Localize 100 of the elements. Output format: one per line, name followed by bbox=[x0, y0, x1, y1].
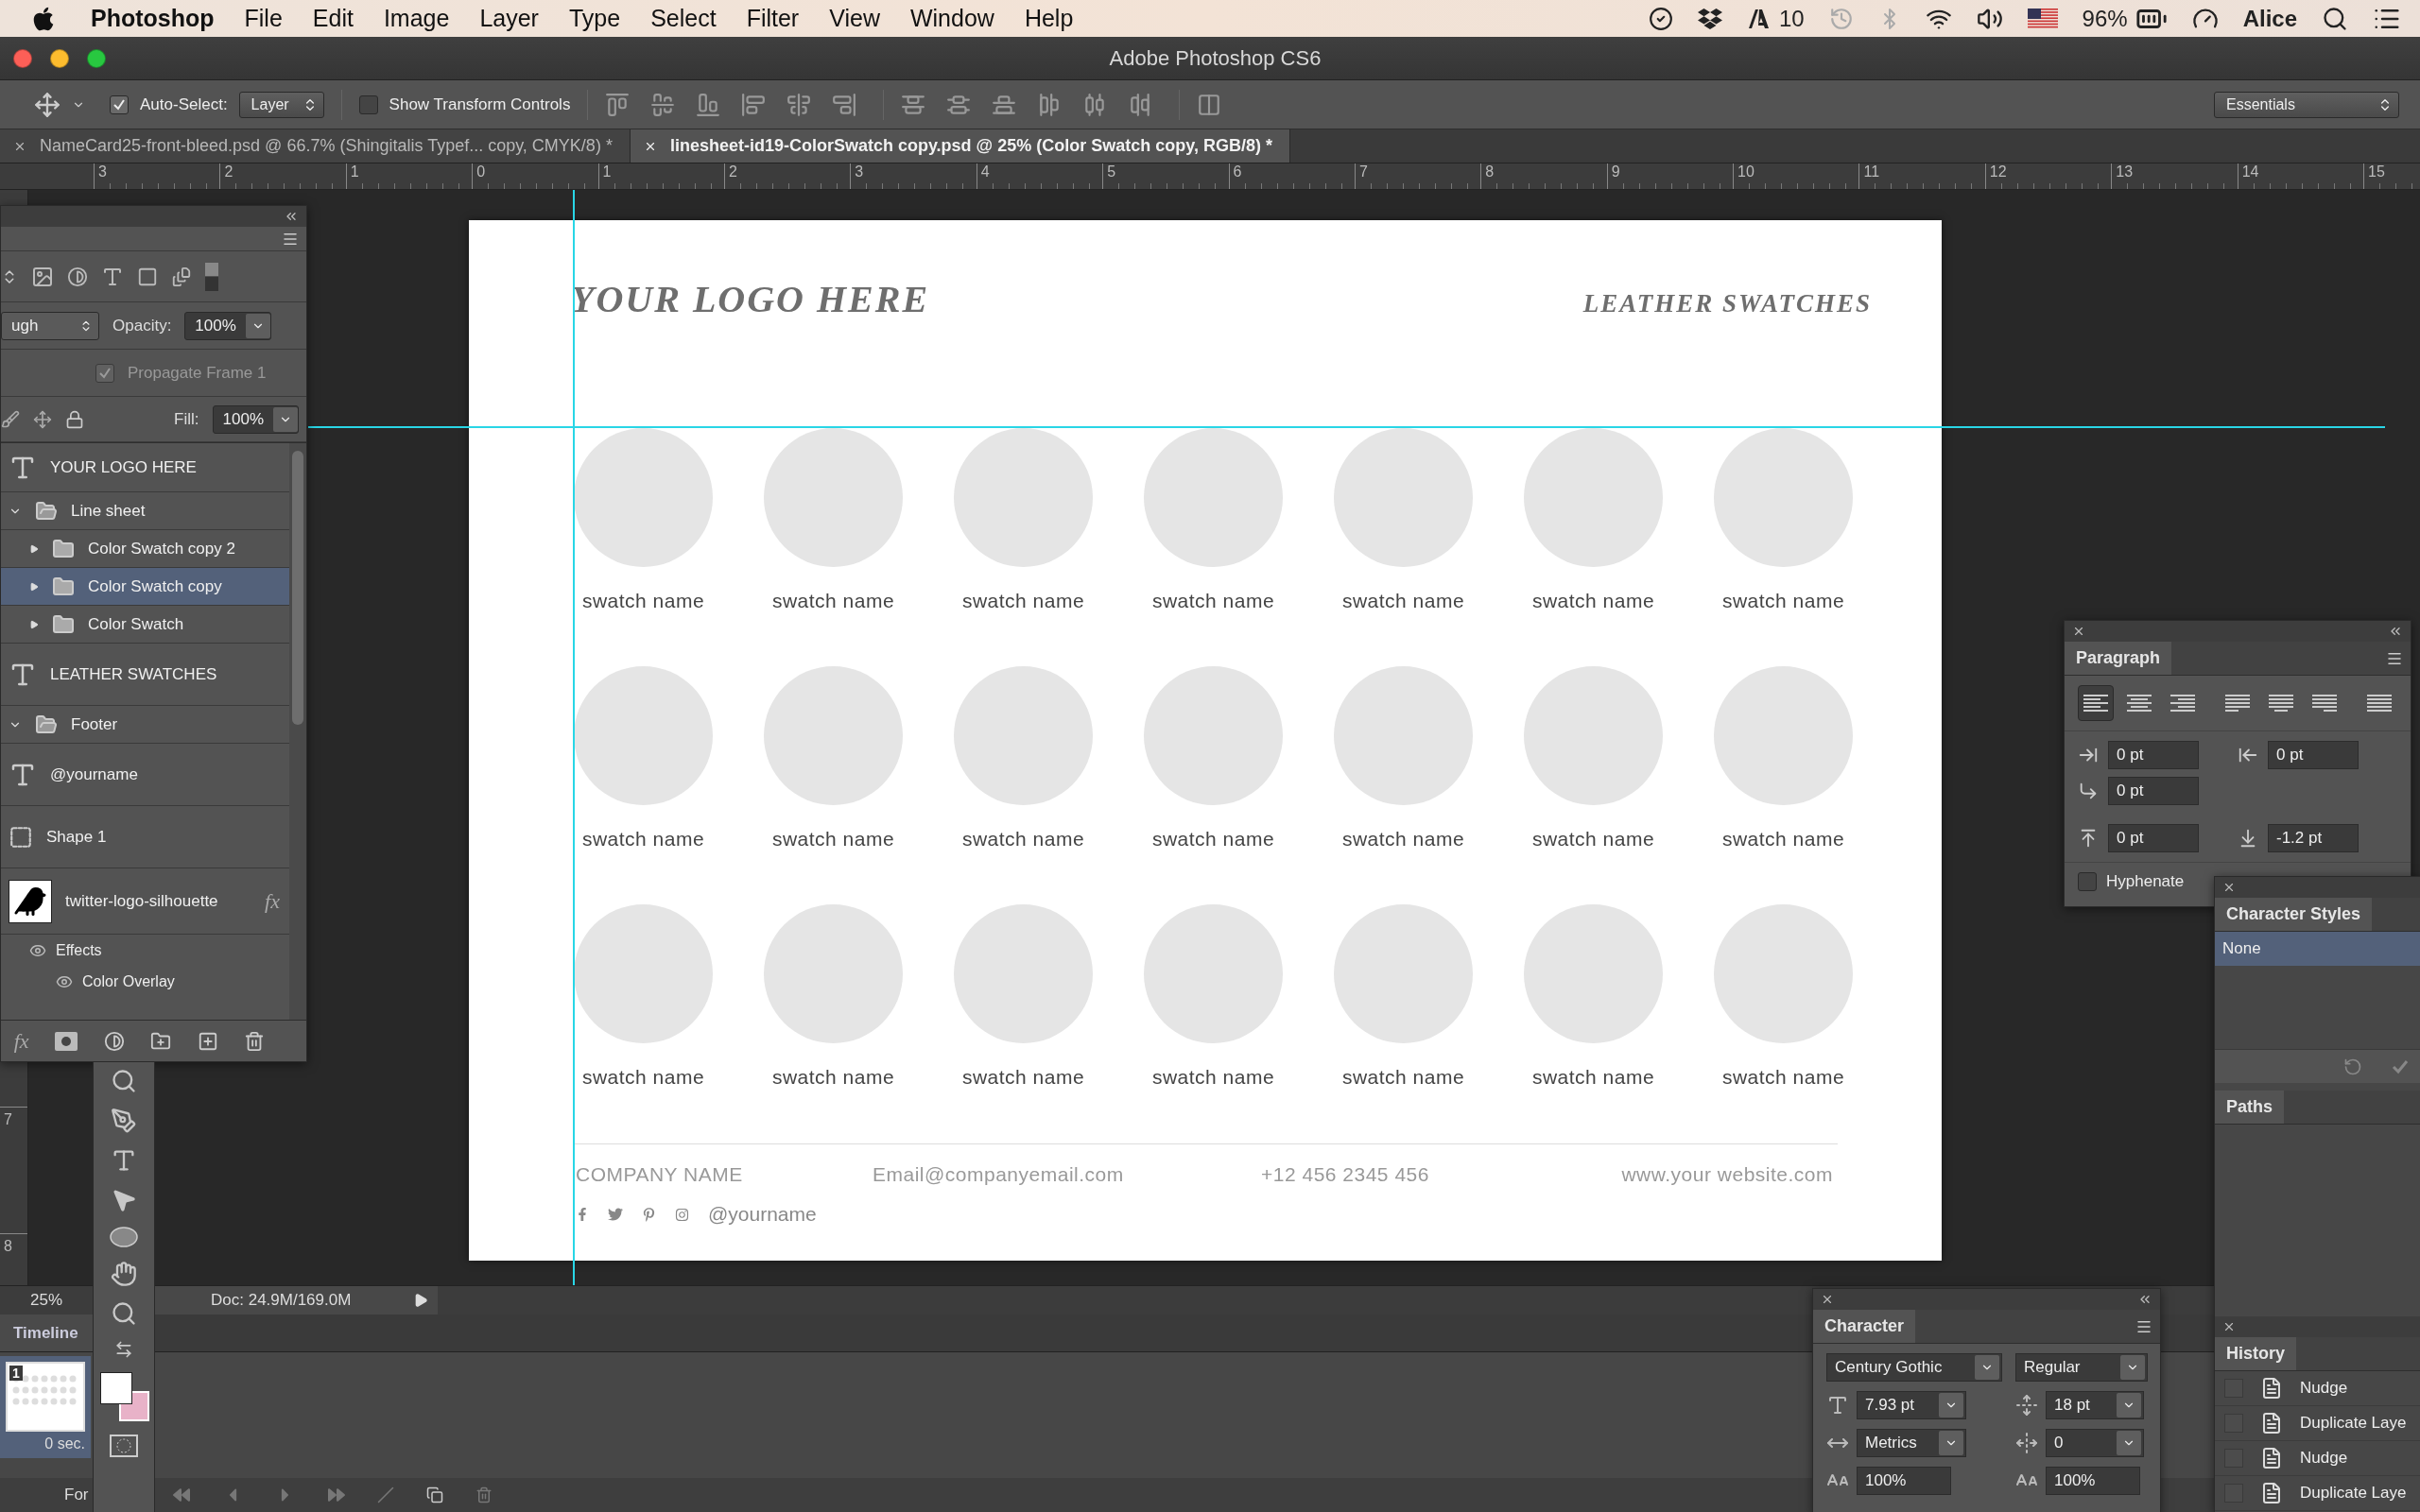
align-icon[interactable] bbox=[786, 92, 812, 117]
layer-row[interactable]: YOUR LOGO HERE bbox=[1, 443, 289, 492]
pen-tool-icon[interactable] bbox=[111, 1108, 137, 1134]
layer-row[interactable]: Color Swatch copy 2 bbox=[1, 530, 289, 568]
layer-row[interactable]: LEATHER SWATCHES bbox=[1, 644, 289, 706]
first-frame-icon[interactable] bbox=[173, 1486, 190, 1503]
menu-item[interactable]: Layer bbox=[464, 5, 554, 32]
zoom-tool-icon[interactable] bbox=[111, 1300, 137, 1327]
document-tab[interactable]: linesheet-id19-ColorSwatch copy.psd @ 25% (Color Swatch copy, RGB/8) * bbox=[630, 129, 1290, 163]
layer-row[interactable]: Color Swatch bbox=[1, 606, 289, 644]
spacing-field[interactable]: 0 pt bbox=[2268, 741, 2359, 769]
auto-select-checkbox[interactable] bbox=[110, 94, 129, 114]
trash-icon[interactable] bbox=[475, 1486, 493, 1503]
animation-frame[interactable]: 1 0 sec. bbox=[0, 1356, 91, 1458]
adjustment-filter-icon[interactable] bbox=[67, 266, 88, 287]
close-icon[interactable] bbox=[1821, 1293, 1834, 1306]
menu-item[interactable]: Type bbox=[553, 5, 636, 32]
app-menu[interactable]: Photoshop bbox=[76, 5, 230, 32]
history-item[interactable]: Nudge bbox=[2215, 1371, 2420, 1406]
align-icon[interactable] bbox=[1197, 92, 1222, 117]
image-filter-icon[interactable] bbox=[31, 265, 54, 288]
new-group-icon[interactable] bbox=[150, 1030, 172, 1052]
adjustment-layer-icon[interactable] bbox=[103, 1030, 125, 1052]
lock-icon[interactable] bbox=[65, 409, 84, 429]
user-name[interactable]: Alice bbox=[2242, 5, 2297, 32]
collapse-arrow-icon[interactable] bbox=[29, 619, 39, 629]
panel-tab[interactable]: Character Styles bbox=[2215, 898, 2373, 931]
minimize-button[interactable] bbox=[50, 48, 69, 68]
close-icon[interactable] bbox=[2222, 881, 2236, 894]
shape-filter-icon[interactable] bbox=[137, 266, 158, 287]
duplicate-frame-icon[interactable] bbox=[426, 1486, 443, 1503]
swap-colors-icon[interactable] bbox=[114, 1340, 133, 1359]
status-menu-icon[interactable] bbox=[413, 1293, 428, 1308]
history-item[interactable]: Nudge bbox=[2215, 1441, 2420, 1476]
spacing-field[interactable]: -1.2 pt bbox=[2268, 824, 2359, 852]
new-layer-icon[interactable] bbox=[197, 1030, 218, 1052]
auto-select-dropdown[interactable]: Layer bbox=[238, 91, 324, 118]
quick-mask-icon[interactable] bbox=[110, 1435, 138, 1457]
close-icon[interactable] bbox=[2222, 1320, 2236, 1333]
tween-icon[interactable] bbox=[377, 1486, 394, 1503]
menu-item[interactable]: File bbox=[229, 5, 298, 32]
collapse-arrow-icon[interactable] bbox=[29, 543, 39, 554]
smart-object-filter-icon[interactable] bbox=[171, 266, 192, 287]
opacity-field[interactable]: 100% bbox=[184, 311, 271, 340]
panel-tab[interactable]: Paragraph bbox=[2065, 642, 2172, 675]
frame-delay[interactable]: 0 sec. bbox=[44, 1435, 85, 1452]
layer-row[interactable]: Shape 1 bbox=[1, 806, 289, 868]
filter-toggle-icon[interactable] bbox=[205, 262, 218, 291]
next-frame-icon[interactable] bbox=[328, 1486, 345, 1503]
position-lock-icon[interactable] bbox=[33, 409, 52, 429]
align-icon[interactable] bbox=[696, 92, 721, 117]
panel-tab[interactable]: History bbox=[2215, 1337, 2296, 1370]
history-item[interactable]: Duplicate Laye bbox=[2215, 1476, 2420, 1511]
tracking-field[interactable]: 0 bbox=[2046, 1429, 2144, 1457]
spacing-field[interactable]: 0 pt bbox=[2108, 824, 2199, 852]
dodge-tool-icon[interactable] bbox=[111, 1068, 137, 1094]
document-tab[interactable]: NameCard25-front-bleed.psd @ 66.7% (Shingitalis Typef... copy, CMYK/8) * bbox=[0, 129, 631, 163]
flag-icon[interactable] bbox=[2027, 8, 2058, 29]
horizontal-scale-field[interactable]: 100% bbox=[2046, 1467, 2140, 1495]
close-button[interactable] bbox=[13, 48, 32, 68]
timeline-tab[interactable]: Timeline bbox=[0, 1314, 93, 1351]
history-item[interactable]: Duplicate Laye bbox=[2215, 1406, 2420, 1441]
leading-field[interactable]: 18 pt bbox=[2046, 1391, 2144, 1419]
transform-controls-checkbox[interactable] bbox=[358, 94, 378, 114]
brush-lock-icon[interactable] bbox=[1, 409, 20, 429]
workspace-dropdown[interactable]: Essentials bbox=[2214, 91, 2399, 118]
hand-tool-icon[interactable] bbox=[111, 1261, 137, 1287]
menu-item[interactable]: Edit bbox=[297, 5, 369, 32]
hyphenate-checkbox[interactable] bbox=[2078, 872, 2097, 891]
blend-mode-dropdown[interactable]: ugh bbox=[1, 311, 99, 340]
foreground-color-swatch[interactable] bbox=[100, 1372, 132, 1404]
menu-item[interactable]: Help bbox=[1009, 5, 1089, 32]
arrow-tool-icon[interactable] bbox=[111, 1187, 137, 1213]
style-item[interactable]: None bbox=[2215, 932, 2420, 966]
scrollbar-thumb[interactable] bbox=[292, 451, 303, 725]
layer-row[interactable]: Color Swatch copy bbox=[1, 568, 289, 606]
close-icon[interactable] bbox=[2072, 625, 2085, 638]
align-icon[interactable] bbox=[741, 92, 767, 117]
kerning-field[interactable]: Metrics bbox=[1857, 1429, 1966, 1457]
layer-row[interactable]: Line sheet bbox=[1, 492, 289, 530]
propagate-checkbox[interactable] bbox=[95, 363, 114, 383]
spacing-field[interactable]: 0 pt bbox=[2108, 777, 2199, 805]
menu-item[interactable]: Window bbox=[894, 5, 1010, 32]
align-button[interactable] bbox=[2078, 685, 2114, 721]
layer-row[interactable]: Footer bbox=[1, 706, 289, 744]
font-dropdown[interactable]: Century Gothic bbox=[1826, 1353, 2002, 1382]
trash-icon[interactable] bbox=[244, 1030, 266, 1052]
spacing-field[interactable]: 0 pt bbox=[2108, 741, 2199, 769]
panel-tab[interactable]: Paths bbox=[2215, 1091, 2285, 1124]
layer-row[interactable]: twitter-logo-silhouette fx bbox=[1, 868, 289, 935]
menu-item[interactable]: Select bbox=[635, 5, 732, 32]
font-style-dropdown[interactable]: Regular bbox=[2015, 1353, 2148, 1382]
zoom-button[interactable] bbox=[87, 48, 106, 68]
move-tool-icon[interactable] bbox=[34, 91, 60, 118]
layer-row[interactable]: @yourname bbox=[1, 744, 289, 806]
check-badge-icon[interactable] bbox=[1648, 6, 1673, 31]
dropbox-icon[interactable] bbox=[1697, 6, 1722, 31]
panel-tab[interactable]: Character bbox=[1813, 1310, 1916, 1343]
loop-dropdown[interactable]: For bbox=[64, 1486, 93, 1504]
fill-field[interactable]: 100% bbox=[212, 404, 299, 434]
